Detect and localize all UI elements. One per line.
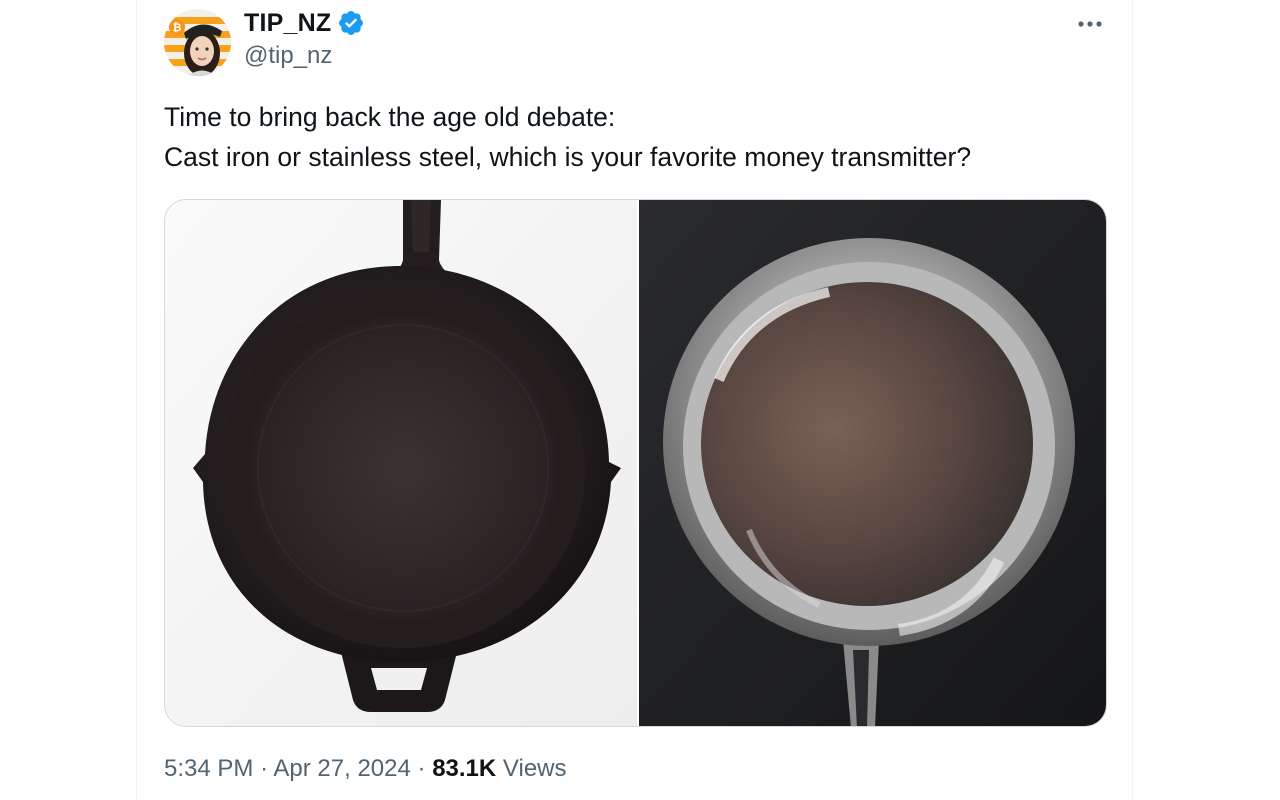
tweet-meta: 5:34 PM · Apr 27, 2024 · 83.1K Views xyxy=(164,755,567,783)
author-avatar[interactable]: ₿ xyxy=(164,9,231,76)
stainless-steel-pan-photo[interactable] xyxy=(637,200,1106,726)
tweet-time[interactable]: 5:34 PM xyxy=(164,755,253,782)
tweet-text: Time to bring back the age old debate: C… xyxy=(164,97,1104,177)
tweet-media[interactable] xyxy=(164,199,1107,727)
more-horizontal-icon xyxy=(1078,21,1102,27)
more-options-button[interactable] xyxy=(1072,10,1108,38)
author-handle[interactable]: @tip_nz xyxy=(244,42,332,70)
svg-text:₿: ₿ xyxy=(173,21,182,34)
tweet-card: ₿ TIP_NZ @tip_nz Time to bring back the … xyxy=(136,0,1133,800)
page: ₿ TIP_NZ @tip_nz Time to bring back the … xyxy=(0,0,1280,800)
meta-separator: · xyxy=(260,755,269,782)
tweet-text-line: Time to bring back the age old debate: xyxy=(164,102,616,132)
tweet-text-line: Cast iron or stainless steel, which is y… xyxy=(164,142,972,172)
views-count: 83.1K xyxy=(432,755,497,782)
verified-badge-icon xyxy=(337,9,365,37)
meta-separator: · xyxy=(417,755,426,782)
author-display-name[interactable]: TIP_NZ xyxy=(244,9,331,38)
views-label: Views xyxy=(502,755,567,782)
avatar-image: ₿ xyxy=(164,9,231,76)
tweet-date[interactable]: Apr 27, 2024 xyxy=(273,755,410,782)
author-name-row[interactable]: TIP_NZ xyxy=(244,7,365,39)
cast-iron-skillet-photo[interactable] xyxy=(165,200,637,726)
